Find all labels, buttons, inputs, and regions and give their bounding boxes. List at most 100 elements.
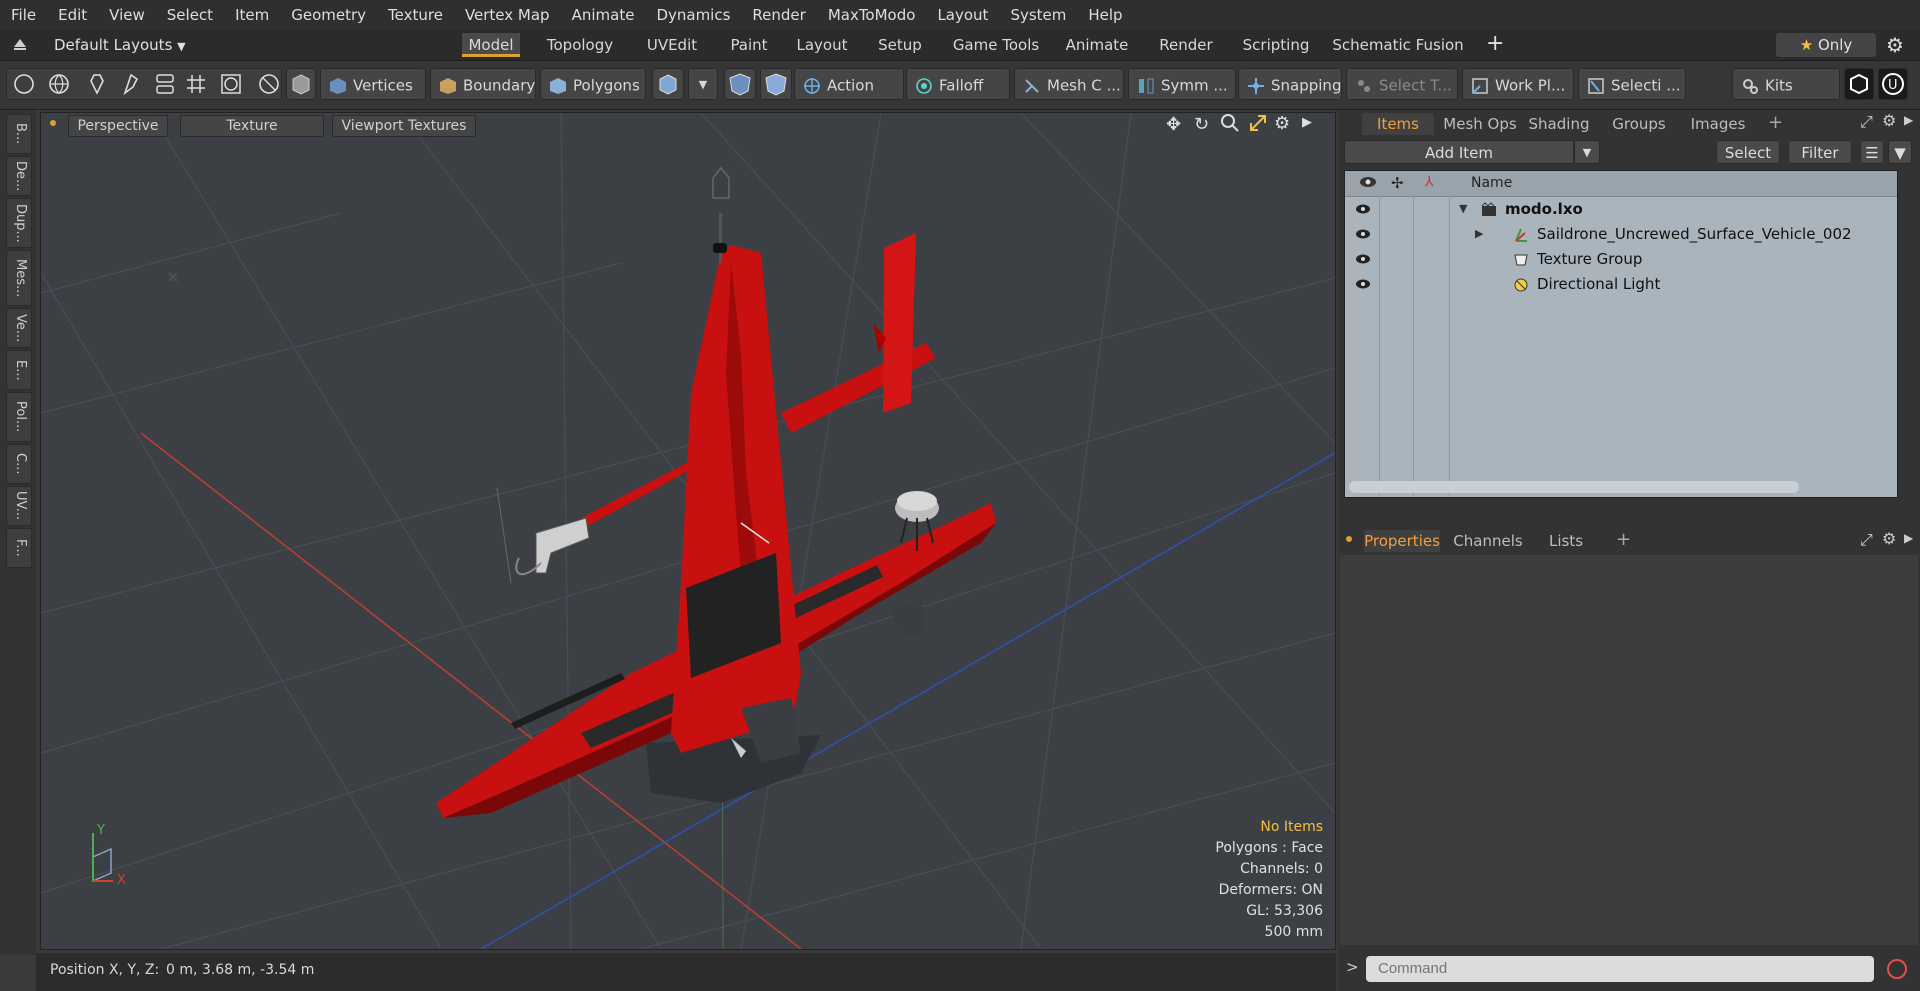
panel-gear-icon[interactable]: ⚙ (1882, 111, 1896, 130)
menu-item[interactable]: Item (224, 0, 280, 30)
left-tab-9[interactable]: F... (6, 528, 32, 568)
perspective-button[interactable]: Perspective (68, 115, 168, 137)
selection-sets-button[interactable]: Selecti ... (1578, 68, 1686, 100)
tab-channels[interactable]: Channels (1450, 530, 1526, 552)
menu-geometry[interactable]: Geometry (280, 0, 377, 30)
funnel-button[interactable]: ▼ (1888, 140, 1912, 164)
work-plane-button[interactable]: Work Pl... (1462, 68, 1574, 100)
gear-icon[interactable]: ⚙ (1886, 33, 1904, 57)
command-input[interactable] (1366, 956, 1874, 982)
left-tab-8[interactable]: UV... (6, 486, 32, 526)
add-tab-icon[interactable]: + (1486, 32, 1504, 56)
tab-shading[interactable]: Shading (1524, 113, 1594, 135)
left-tab-0[interactable]: B... (6, 114, 32, 154)
add-panel-tab-icon[interactable]: + (1768, 112, 1783, 133)
menu-animate[interactable]: Animate (561, 0, 646, 30)
panel-expand-icon[interactable]: ▶ (1904, 113, 1913, 127)
left-tab-4[interactable]: Ve... (6, 308, 32, 348)
symmetry-cube-button-2[interactable] (760, 68, 792, 100)
zoom-view-icon[interactable] (1220, 113, 1240, 133)
mode-dropdown[interactable]: ▼ (688, 68, 718, 100)
move-view-icon[interactable]: ✥ (1166, 114, 1181, 135)
left-tab-5[interactable]: E... (6, 350, 32, 390)
tab-schematic-fusion[interactable]: Schematic Fusion (1330, 33, 1466, 57)
viewport-settings-icon[interactable]: ⚙ (1274, 113, 1290, 134)
symmetry-cube-button-1[interactable] (724, 68, 756, 100)
add-item-dropdown[interactable]: ▼ (1574, 140, 1600, 164)
tab-properties[interactable]: Properties (1364, 530, 1440, 552)
tab-setup[interactable]: Setup (866, 33, 934, 57)
vertices-button[interactable]: Vertices (320, 68, 426, 100)
boundary-button[interactable]: Boundary (430, 68, 536, 100)
material-mode-button[interactable] (652, 68, 684, 100)
list-item[interactable]: ▶ Saildrone_Uncrewed_Surface_Vehicle_002 (1345, 222, 1897, 247)
add-item-button[interactable]: Add Item (1344, 140, 1574, 164)
unity-button[interactable] (1844, 68, 1874, 100)
viewport-expand-icon[interactable]: ▶ (1302, 115, 1312, 130)
tab-game-tools[interactable]: Game Tools (945, 33, 1047, 57)
properties-gear-icon[interactable]: ⚙ (1882, 529, 1896, 548)
texture-button[interactable]: Texture (180, 115, 324, 137)
collapse-arrow-icon[interactable]: ▼ (1459, 202, 1467, 215)
menu-system[interactable]: System (999, 0, 1077, 30)
left-tab-2[interactable]: Dup... (6, 198, 32, 248)
left-tab-1[interactable]: De... (6, 156, 32, 196)
left-tab-6[interactable]: Pol... (6, 392, 32, 442)
list-item[interactable]: ▼ modo.lxo (1345, 197, 1897, 222)
tab-paint[interactable]: Paint (718, 33, 780, 57)
mesh-constraint-button[interactable]: Mesh C ... (1014, 68, 1124, 100)
filter-button[interactable]: Filter (1788, 140, 1852, 164)
list-options-button[interactable]: ☰ (1860, 140, 1884, 164)
layout-selector[interactable]: Default Layouts ▼ (54, 33, 186, 57)
tab-scripting[interactable]: Scripting (1236, 33, 1316, 57)
properties-maximize-icon[interactable]: ⤢ (1860, 530, 1873, 550)
left-tab-7[interactable]: C... (6, 444, 32, 484)
tab-items[interactable]: Items (1362, 113, 1434, 135)
tab-lists[interactable]: Lists (1536, 530, 1596, 552)
snapping-button[interactable]: Snapping (1238, 68, 1342, 100)
tab-model[interactable]: Model (462, 33, 520, 57)
maximize-view-icon[interactable] (1248, 113, 1268, 133)
add-properties-tab-icon[interactable]: + (1616, 529, 1631, 550)
tab-uvedit[interactable]: UVEdit (636, 33, 708, 57)
menu-view[interactable]: View (98, 0, 156, 30)
tab-mesh-ops[interactable]: Mesh Ops (1442, 113, 1518, 135)
menu-maxtomodo[interactable]: MaxToModo (817, 0, 927, 30)
menu-render[interactable]: Render (741, 0, 816, 30)
panel-maximize-icon[interactable]: ⤢ (1860, 112, 1873, 132)
tab-topology[interactable]: Topology (534, 33, 626, 57)
visibility-eye-icon[interactable] (1355, 202, 1371, 216)
item-list[interactable]: ✢ ⅄ Name ▼ modo.lxo ▶ Saildrone_Uncrewed_Su… (1344, 170, 1898, 498)
horizontal-scrollbar[interactable] (1349, 481, 1799, 493)
action-button[interactable]: Action (794, 68, 904, 100)
viewport-textures-button[interactable]: Viewport Textures (332, 115, 476, 137)
select-button[interactable]: Select (1716, 140, 1780, 164)
menu-help[interactable]: Help (1077, 0, 1133, 30)
polygons-button[interactable]: Polygons (540, 68, 646, 100)
properties-expand-icon[interactable]: ▶ (1904, 531, 1913, 545)
tab-animate[interactable]: Animate (1060, 33, 1134, 57)
menu-dynamics[interactable]: Dynamics (645, 0, 741, 30)
menu-file[interactable]: File (0, 0, 47, 30)
rotate-view-icon[interactable]: ↻ (1194, 114, 1209, 135)
left-tab-3[interactable]: Mes... (6, 250, 32, 306)
list-item[interactable]: Directional Light (1345, 272, 1897, 297)
menu-edit[interactable]: Edit (47, 0, 98, 30)
visibility-eye-icon[interactable] (1355, 277, 1371, 291)
expand-arrow-icon[interactable]: ▶ (1475, 227, 1483, 240)
3d-viewport[interactable]: Y X No Items Polygons : Face Channels: 0… (40, 112, 1336, 950)
visibility-eye-icon[interactable] (1355, 227, 1371, 241)
tab-images[interactable]: Images (1686, 113, 1750, 135)
visibility-eye-icon[interactable] (1355, 252, 1371, 266)
item-mode-button[interactable] (286, 68, 316, 100)
menu-select[interactable]: Select (156, 0, 224, 30)
tab-render[interactable]: Render (1150, 33, 1222, 57)
kits-button[interactable]: Kits (1732, 68, 1840, 100)
tab-groups[interactable]: Groups (1606, 113, 1672, 135)
list-item[interactable]: Texture Group (1345, 247, 1897, 272)
unreal-button[interactable]: U (1878, 68, 1908, 100)
select-through-button[interactable]: Select T... (1346, 68, 1458, 100)
symmetry-button[interactable]: Symm ... (1128, 68, 1236, 100)
menu-texture[interactable]: Texture (377, 0, 454, 30)
collapse-up-icon[interactable] (12, 36, 28, 52)
